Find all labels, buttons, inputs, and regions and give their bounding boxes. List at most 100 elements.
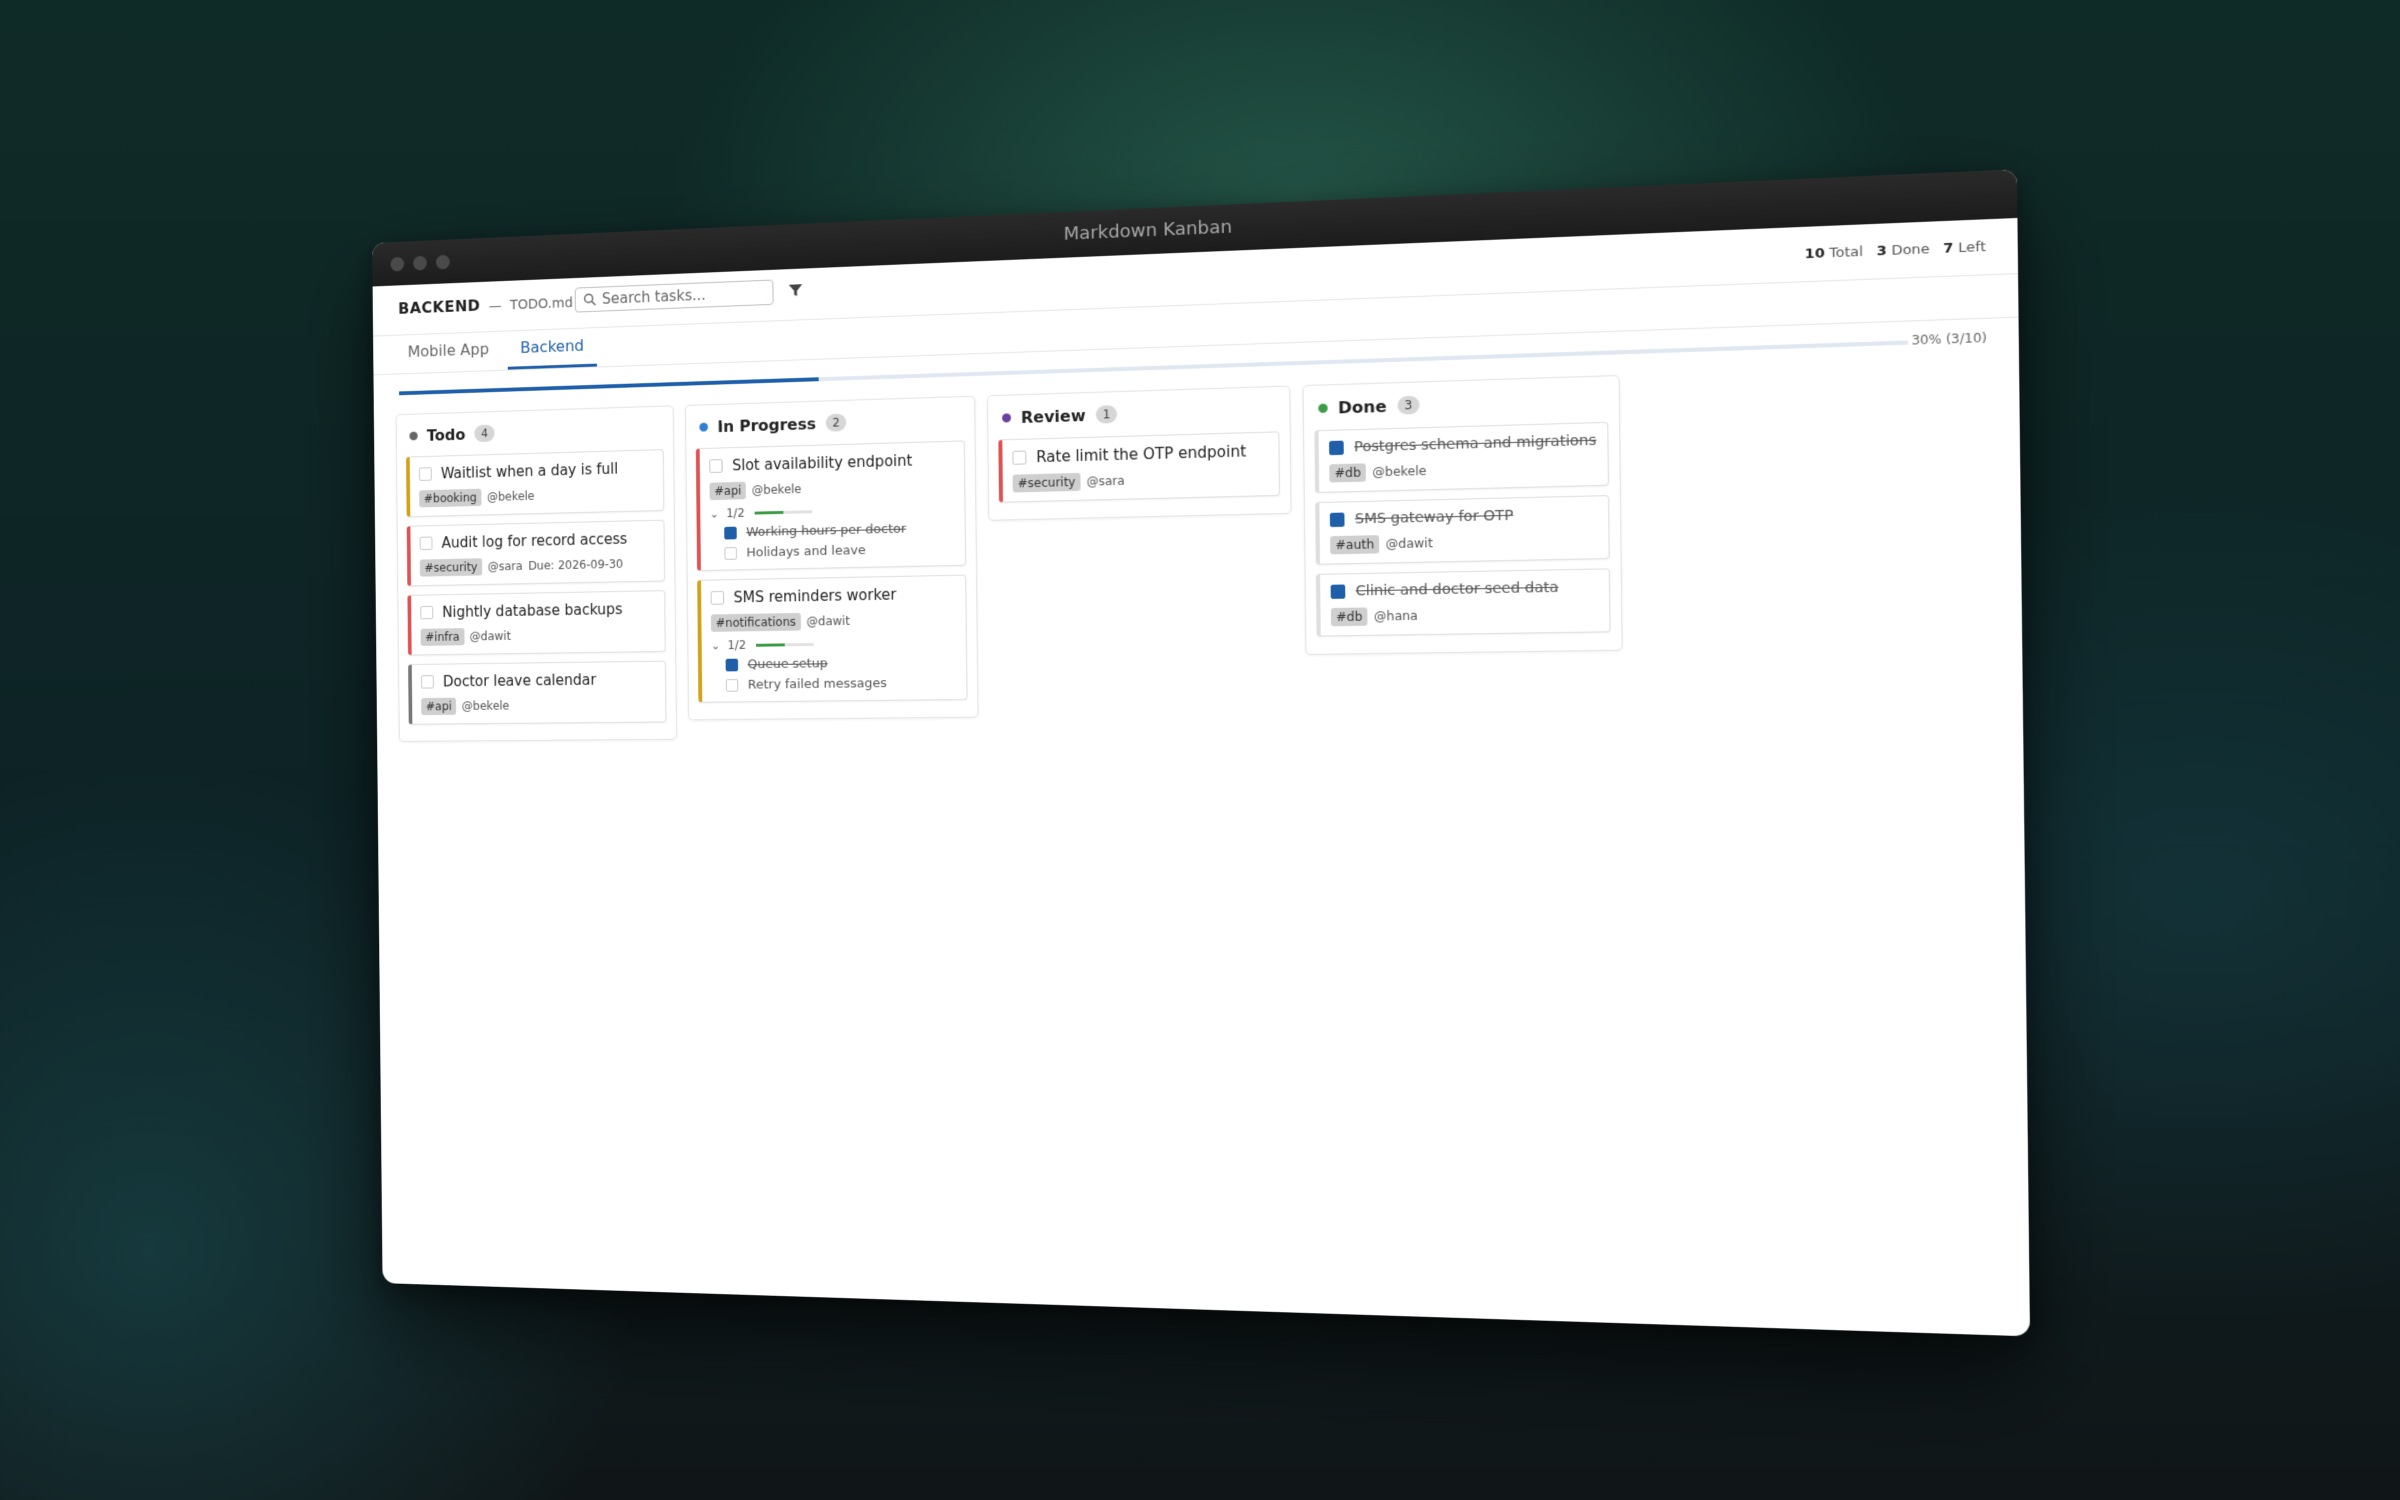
task-title: Audit log for record access — [441, 530, 628, 552]
subtask-item: Working hours per doctor — [710, 521, 955, 541]
task-card[interactable]: Doctor leave calendar #api @bekele — [408, 660, 667, 725]
tab-mobile-app[interactable]: Mobile App — [395, 332, 502, 373]
task-tag[interactable]: #notifications — [710, 612, 801, 632]
task-stats: 10 Total 3 Done 7 Left — [1805, 239, 1986, 262]
task-assignee: @dawit — [806, 614, 850, 629]
task-assignee: @hana — [1373, 608, 1418, 624]
subtask-summary[interactable]: ⌄ 1/2 — [711, 635, 956, 652]
task-meta: #db @hana — [1330, 604, 1599, 627]
project-name: BACKEND — [398, 296, 481, 318]
task-card-header: Doctor leave calendar — [420, 670, 656, 690]
task-checkbox[interactable] — [1329, 512, 1345, 528]
stat-total: 10 Total — [1804, 244, 1864, 263]
task-card[interactable]: Postgres schema and migrations #db @bekele — [1314, 421, 1609, 493]
subtask-progress-fill — [755, 642, 785, 647]
filter-icon — [788, 284, 803, 297]
subtask-progress-bar — [755, 642, 814, 647]
task-assignee: @bekele — [486, 489, 535, 504]
task-tag[interactable]: #db — [1330, 607, 1368, 627]
chevron-down-icon[interactable]: ⌄ — [710, 507, 719, 520]
task-card[interactable]: SMS gateway for OTP #auth @dawit — [1315, 495, 1610, 565]
column-title: In Progress — [717, 413, 817, 436]
task-card-header: Nightly database backups — [420, 600, 655, 621]
task-card[interactable]: Nightly database backups #infra @dawit — [407, 590, 666, 656]
task-card[interactable]: SMS reminders worker #notifications @dawit… — [697, 574, 968, 703]
search-box[interactable] — [574, 279, 774, 313]
column-header: Todo 4 — [406, 416, 664, 447]
task-checkbox[interactable] — [420, 675, 434, 689]
column-status-dot — [409, 431, 418, 440]
task-card-header: SMS gateway for OTP — [1329, 506, 1598, 528]
task-checkbox[interactable] — [419, 536, 433, 551]
task-checkbox[interactable] — [418, 467, 432, 481]
subtask-checkbox[interactable] — [725, 679, 739, 692]
task-title: Clinic and doctor seed data — [1355, 579, 1559, 600]
task-meta: #api @bekele — [421, 695, 656, 716]
task-tag[interactable]: #booking — [419, 488, 482, 508]
column-review: Review 1 Rate limit the OTP endpoint #secur… — [986, 385, 1292, 521]
task-card[interactable]: Rate limit the OTP endpoint #security @sar… — [998, 431, 1280, 503]
task-tag[interactable]: #api — [421, 697, 457, 716]
task-card-header: Slot availability endpoint — [709, 451, 954, 475]
task-card-header: Rate limit the OTP endpoint — [1012, 442, 1268, 467]
task-title: Nightly database backups — [442, 600, 623, 621]
subtask-progress-fill — [754, 510, 783, 515]
task-assignee: @sara — [1086, 473, 1125, 489]
subtask-checkbox[interactable] — [724, 526, 737, 540]
task-checkbox[interactable] — [420, 605, 434, 620]
task-card-header: Audit log for record access — [419, 530, 655, 552]
subtask-item: Retry failed messages — [712, 675, 957, 693]
project-heading: BACKEND — TODO.md — [398, 293, 573, 318]
task-tag[interactable]: #db — [1329, 463, 1367, 483]
task-card[interactable]: Clinic and doctor seed data #db @hana — [1315, 568, 1611, 637]
tab-backend[interactable]: Backend — [507, 328, 597, 369]
task-meta: #security @sara Due: 2026-09-30 — [419, 555, 655, 577]
task-meta: #db @bekele — [1329, 457, 1597, 483]
task-checkbox[interactable] — [1330, 584, 1346, 599]
task-title: Slot availability endpoint — [732, 451, 913, 475]
subtask-label: Working hours per doctor — [746, 521, 907, 541]
task-card[interactable]: Waitlist when a day is full #booking @beke… — [406, 449, 665, 518]
subtask-summary[interactable]: ⌄ 1/2 — [710, 501, 955, 521]
task-checkbox[interactable] — [1329, 440, 1344, 456]
task-assignee: @bekele — [1372, 463, 1427, 480]
column-header: In Progress 2 — [696, 407, 965, 439]
task-title: Waitlist when a day is full — [440, 460, 619, 483]
subtask-progress-label: 1/2 — [727, 638, 747, 653]
task-checkbox[interactable] — [710, 590, 725, 605]
filter-button[interactable] — [788, 282, 804, 302]
column-count-badge: 1 — [1095, 405, 1118, 424]
search-input[interactable] — [601, 283, 763, 308]
column-header: Done 3 — [1314, 387, 1608, 420]
task-tag[interactable]: #infra — [420, 628, 465, 646]
column-count-badge: 4 — [474, 424, 495, 443]
task-tag[interactable]: #security — [419, 558, 483, 577]
column-count-badge: 3 — [1396, 395, 1420, 415]
task-tag[interactable]: #api — [709, 481, 747, 501]
stat-done: 3 Done — [1876, 241, 1930, 260]
task-title: SMS gateway for OTP — [1354, 507, 1514, 528]
file-name: TODO.md — [509, 295, 573, 314]
task-assignee: @dawit — [1385, 535, 1433, 552]
column-done: Done 3 Postgres schema and migrations #db @b… — [1302, 374, 1623, 655]
stat-left: 7 Left — [1943, 239, 1986, 257]
kanban-board: Todo 4 Waitlist when a day is full #booking… — [374, 356, 2023, 742]
subtask-checkbox[interactable] — [725, 658, 739, 672]
task-card[interactable]: Audit log for record access #security @sar… — [406, 519, 666, 587]
task-meta: #security @sara — [1012, 468, 1269, 493]
task-meta: #auth @dawit — [1330, 530, 1598, 555]
task-due-date: Due: 2026-09-30 — [528, 557, 624, 573]
task-tag[interactable]: #auth — [1330, 535, 1380, 555]
task-checkbox[interactable] — [709, 459, 723, 474]
subtask-item: Holidays and leave — [710, 541, 955, 561]
column-status-dot — [699, 422, 709, 432]
task-tag[interactable]: #security — [1012, 472, 1081, 493]
chevron-down-icon[interactable]: ⌄ — [711, 639, 720, 652]
progress-label: 30% (3/10) — [1911, 330, 1988, 348]
task-assignee: @sara — [487, 559, 523, 574]
task-meta: #api @bekele — [709, 476, 954, 501]
task-assignee: @dawit — [469, 629, 511, 644]
task-card[interactable]: Slot availability endpoint #api @bekele ⌄ 1/… — [695, 440, 967, 572]
task-checkbox[interactable] — [1012, 450, 1027, 465]
subtask-checkbox[interactable] — [724, 547, 737, 560]
